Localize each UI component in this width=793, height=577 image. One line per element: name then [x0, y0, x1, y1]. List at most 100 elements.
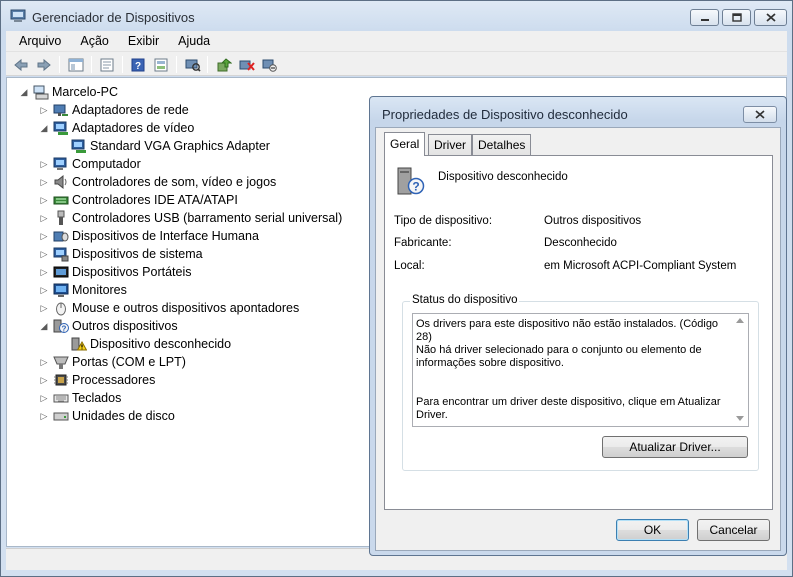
tree-item-dispositivos-sistema[interactable]: ▷ Dispositivos de sistema	[39, 245, 203, 263]
back-arrow-icon[interactable]	[12, 56, 30, 73]
tree-item-dispositivos-portateis[interactable]: ▷ Dispositivos Portáteis	[39, 263, 192, 281]
scroll-down-icon[interactable]	[736, 416, 744, 421]
tree-item-label: Standard VGA Graphics Adapter	[90, 139, 270, 153]
menu-arquivo[interactable]: Arquivo	[6, 31, 68, 51]
scan-hardware-icon[interactable]	[184, 56, 202, 73]
tree-root[interactable]: ◢ Marcelo-PC	[19, 83, 118, 101]
display-adapter-icon	[53, 120, 69, 136]
expand-arrow-icon[interactable]: ▷	[39, 267, 49, 277]
tree-item-label: Outros dispositivos	[72, 319, 178, 333]
collapse-arrow-icon[interactable]: ◢	[39, 321, 49, 331]
keyboard-icon	[53, 390, 69, 406]
expand-arrow-icon[interactable]: ▷	[39, 195, 49, 205]
tree-item-label: Dispositivos de sistema	[72, 247, 203, 261]
minimize-button[interactable]	[690, 9, 719, 26]
collapse-arrow-icon[interactable]: ◢	[39, 123, 49, 133]
status-paragraph: Não há driver selecionado para o conjunt…	[416, 344, 702, 369]
tree-item-adaptadores-video[interactable]: ◢ Adaptadores de vídeo	[39, 119, 194, 137]
expand-arrow-icon[interactable]: ▷	[39, 231, 49, 241]
expand-arrow-icon[interactable]: ▷	[39, 159, 49, 169]
expand-arrow-icon[interactable]: ▷	[39, 249, 49, 259]
status-paragraph: Os drivers para este dispositivo não est…	[416, 318, 719, 343]
tree-item-standard-vga[interactable]: Standard VGA Graphics Adapter	[71, 137, 270, 155]
tree-item-label: Dispositivos de Interface Humana	[72, 229, 259, 243]
expand-arrow-icon[interactable]: ▷	[39, 105, 49, 115]
port-icon	[53, 354, 69, 370]
forward-arrow-icon[interactable]	[35, 56, 53, 73]
uninstall-device-icon[interactable]	[238, 56, 256, 73]
usb-icon	[53, 210, 69, 226]
tree-item-controladores-ide[interactable]: ▷ Controladores IDE ATA/ATAPI	[39, 191, 238, 209]
view-icon[interactable]	[152, 56, 170, 73]
tree-item-adaptadores-rede[interactable]: ▷ Adaptadores de rede	[39, 101, 189, 119]
update-driver-icon[interactable]	[215, 56, 233, 73]
expand-arrow-icon[interactable]: ▷	[39, 393, 49, 403]
tree-item-controladores-usb[interactable]: ▷ Controladores USB (barramento serial u…	[39, 209, 342, 227]
network-adapter-icon	[53, 102, 69, 118]
status-paragraph: Para encontrar um driver deste dispositi…	[416, 396, 721, 421]
processor-icon	[53, 372, 69, 388]
tree-item-mouse[interactable]: ▷ Mouse e outros dispositivos apontadore…	[39, 299, 299, 317]
menu-acao[interactable]: Ação	[68, 31, 116, 51]
tree-item-monitores[interactable]: ▷ Monitores	[39, 281, 127, 299]
expand-arrow-icon[interactable]: ▷	[39, 285, 49, 295]
prop-label-tipo: Tipo de dispositivo:	[394, 215, 493, 227]
status-scrollbar[interactable]	[732, 314, 748, 426]
expand-arrow-icon[interactable]: ▷	[39, 375, 49, 385]
mouse-icon	[53, 300, 69, 316]
update-driver-button[interactable]: Atualizar Driver...	[602, 436, 748, 458]
tree-item-outros-dispositivos[interactable]: ◢ ? Outros dispositivos	[39, 317, 178, 335]
menu-ajuda[interactable]: Ajuda	[166, 31, 217, 51]
expand-arrow-icon[interactable]: ▷	[39, 357, 49, 367]
expand-arrow-icon[interactable]: ▷	[39, 303, 49, 313]
properties-dialog: Propriedades de Dispositivo desconhecido…	[369, 96, 787, 556]
expand-arrow-icon[interactable]: ▷	[39, 177, 49, 187]
menu-bar: Arquivo Ação Exibir Ajuda	[6, 31, 787, 51]
dialog-body: Geral Driver Detalhes ? Dispositivo desc…	[375, 127, 781, 551]
ide-controller-icon	[53, 192, 69, 208]
tree-item-label: Unidades de disco	[72, 409, 175, 423]
svg-text:?: ?	[412, 180, 419, 194]
prop-value-tipo: Outros dispositivos	[544, 215, 642, 227]
tree-item-computador[interactable]: ▷ Computador	[39, 155, 141, 173]
disable-device-icon[interactable]	[261, 56, 279, 73]
expand-arrow-icon[interactable]: ▷	[39, 213, 49, 223]
minimize-icon	[700, 18, 709, 21]
tab-driver[interactable]: Driver	[428, 134, 472, 155]
close-icon	[765, 13, 776, 22]
prop-label-local: Local:	[394, 260, 425, 272]
ok-button[interactable]: OK	[616, 519, 689, 541]
properties-icon[interactable]	[98, 56, 116, 73]
device-status-textbox[interactable]: Os drivers para este dispositivo não est…	[412, 313, 749, 427]
tree-item-teclados[interactable]: ▷ Teclados	[39, 389, 122, 407]
menu-exibir[interactable]: Exibir	[116, 31, 166, 51]
prop-label-fabricante: Fabricante:	[394, 237, 452, 249]
prop-value-fabricante: Desconhecido	[544, 237, 617, 249]
close-button[interactable]	[754, 9, 787, 26]
svg-text:?: ?	[62, 325, 67, 334]
tree-item-processadores[interactable]: ▷ Processadores	[39, 371, 156, 389]
dialog-close-button[interactable]	[743, 106, 777, 123]
device-name: Dispositivo desconhecido	[438, 171, 568, 183]
collapse-arrow-icon[interactable]: ◢	[19, 87, 29, 97]
maximize-button[interactable]	[722, 9, 751, 26]
tab-detalhes[interactable]: Detalhes	[472, 134, 532, 155]
help-icon[interactable]: ?	[129, 56, 147, 73]
tree-item-label: Computador	[72, 157, 141, 171]
tab-geral[interactable]: Geral	[384, 132, 426, 156]
disk-drive-icon	[53, 408, 69, 424]
tree-item-portas[interactable]: ▷ Portas (COM e LPT)	[39, 353, 186, 371]
scroll-up-icon[interactable]	[736, 318, 744, 323]
expand-arrow-icon[interactable]: ▷	[39, 411, 49, 421]
tab-panel-geral: ? Dispositivo desconhecido Tipo de dispo…	[384, 155, 773, 510]
title-bar[interactable]: Gerenciador de Dispositivos	[1, 1, 792, 31]
warning-device-icon	[71, 336, 87, 352]
tree-item-unidades-disco[interactable]: ▷ Unidades de disco	[39, 407, 175, 425]
tree-item-label: Portas (COM e LPT)	[72, 355, 186, 369]
tree-item-dispositivos-interface-humana[interactable]: ▷ Dispositivos de Interface Humana	[39, 227, 259, 245]
cancel-button[interactable]: Cancelar	[697, 519, 770, 541]
unknown-device-icon: ?	[395, 165, 427, 197]
tree-item-controladores-som[interactable]: ▷ Controladores de som, vídeo e jogos	[39, 173, 276, 191]
show-hide-console-tree-icon[interactable]	[67, 56, 85, 73]
tree-item-dispositivo-desconhecido[interactable]: Dispositivo desconhecido	[71, 335, 231, 353]
